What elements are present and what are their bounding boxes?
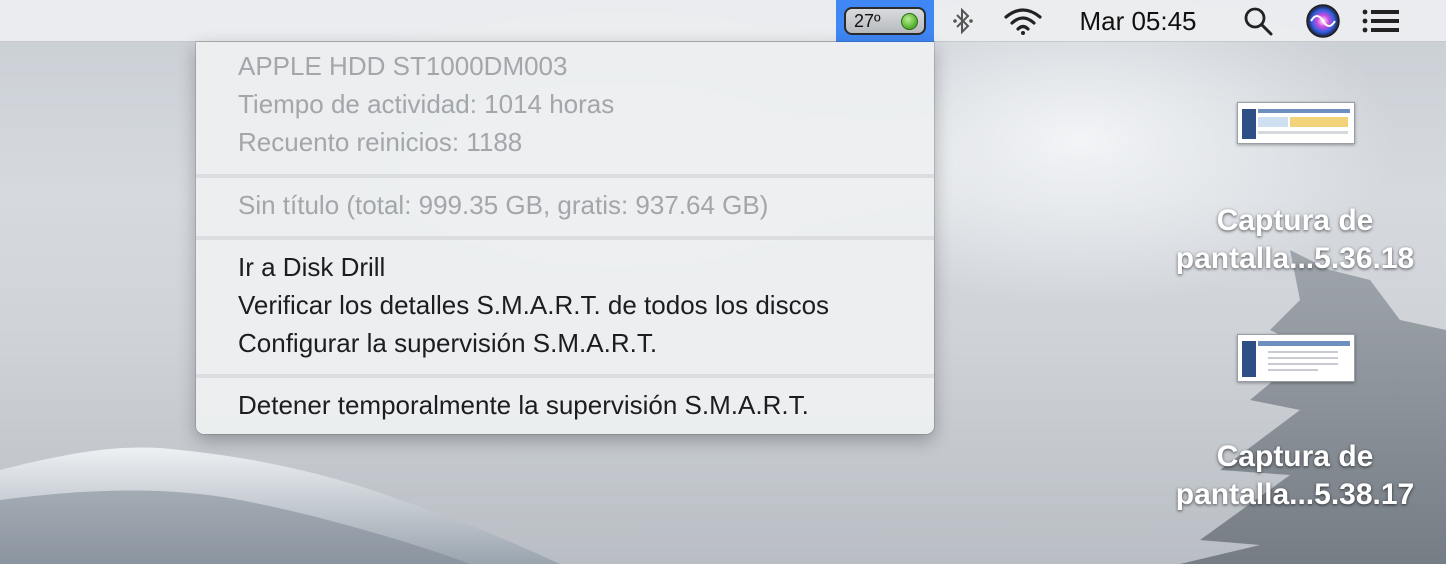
menu-item-verify-smart-details[interactable]: Verificar los detalles S.M.A.R.T. de tod… [238,290,829,321]
notification-center-icon[interactable] [1356,0,1406,42]
menu-item-go-to-disk-drill[interactable]: Ir a Disk Drill [238,252,385,283]
disk-drill-dropdown-menu: APPLE HDD ST1000DM003 Tiempo de activida… [196,42,934,434]
menu-item-configure-smart-monitoring[interactable]: Configurar la supervisión S.M.A.R.T. [238,328,657,359]
temperature-value: 27º [854,10,881,31]
menu-separator [196,374,934,378]
desktop-file-label-line1[interactable]: Captura de [1150,202,1440,240]
volume-info-label: Sin título (total: 999.35 GB, gratis: 93… [238,190,769,220]
menu-separator [196,174,934,178]
desktop-file-label-line1[interactable]: Captura de [1150,438,1440,476]
menu-item-pause-smart-monitoring[interactable]: Detener temporalmente la supervisión S.M… [238,390,809,421]
desktop-file-label-line2[interactable]: pantalla...5.38.17 [1150,476,1440,514]
desktop-file-label-line2[interactable]: pantalla...5.36.18 [1150,240,1440,278]
menu-separator [196,236,934,240]
spotlight-search-icon[interactable] [1236,0,1280,42]
disk-model-label: APPLE HDD ST1000DM003 [238,51,568,81]
siri-icon[interactable] [1300,0,1346,42]
status-dot-icon [901,13,918,30]
disk-uptime-label: Tiempo de actividad: 1014 horas [238,89,615,119]
wifi-icon[interactable] [998,0,1048,42]
disk-restarts-label: Recuento reinicios: 1188 [238,127,523,157]
temperature-badge: 27º [844,7,926,35]
disk-temperature-menu-extra[interactable]: 27º [836,0,934,42]
menu-bar-clock[interactable]: Mar 05:45 [1062,0,1214,42]
desktop-file-thumbnail[interactable] [1237,102,1355,144]
menu-bar: 27º Mar 05:45 [0,0,1446,42]
bluetooth-icon[interactable] [944,0,982,42]
desktop-file-thumbnail[interactable] [1237,334,1355,382]
